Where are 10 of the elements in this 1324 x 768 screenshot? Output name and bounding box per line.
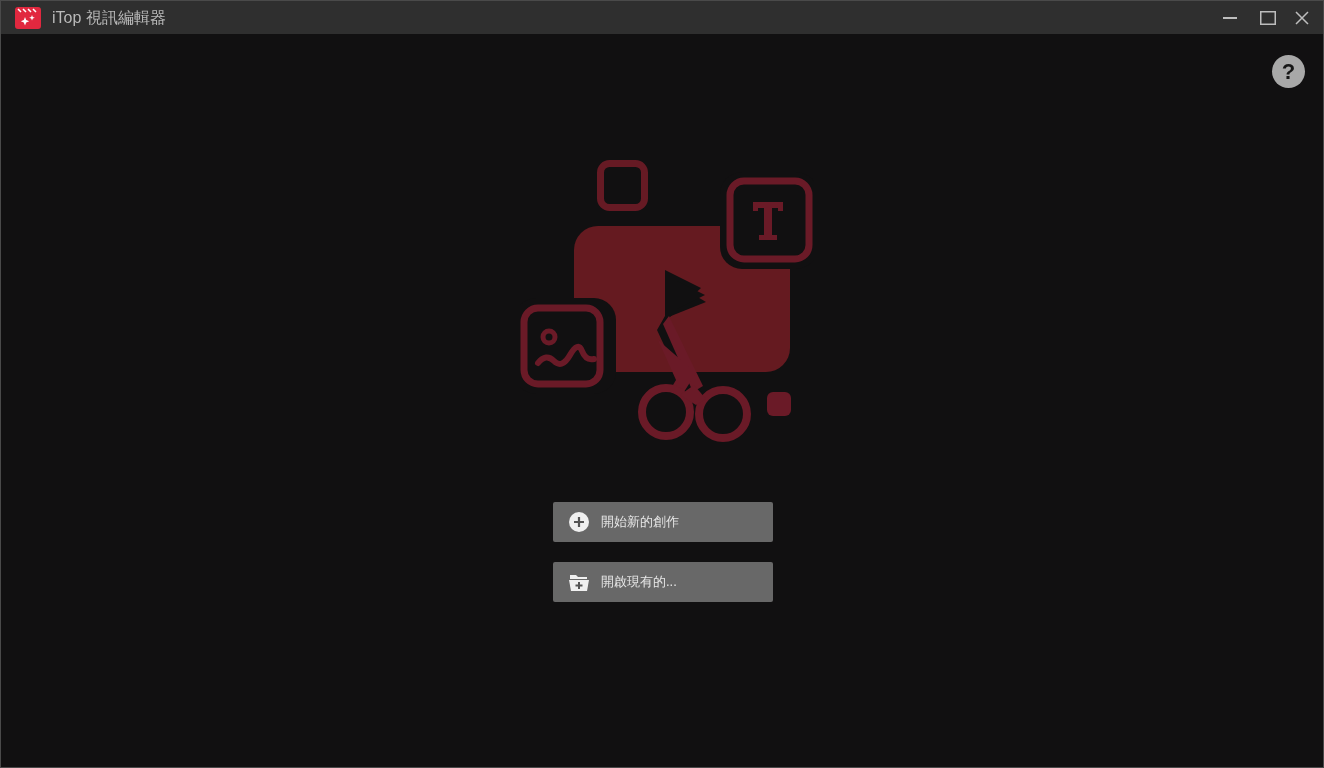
open-project-button[interactable]: 開啟現有的... — [553, 562, 773, 602]
maximize-icon — [1260, 10, 1276, 25]
folder-plus-icon — [569, 573, 589, 591]
minimize-icon — [1223, 16, 1237, 19]
window-title: iTop 視訊編輯器 — [52, 7, 166, 28]
plus-circle-icon — [569, 512, 589, 532]
app-logo-icon — [15, 6, 41, 29]
close-icon — [1295, 10, 1309, 25]
new-project-button[interactable]: 開始新的創作 — [553, 502, 773, 542]
help-button[interactable]: ? — [1272, 55, 1305, 88]
